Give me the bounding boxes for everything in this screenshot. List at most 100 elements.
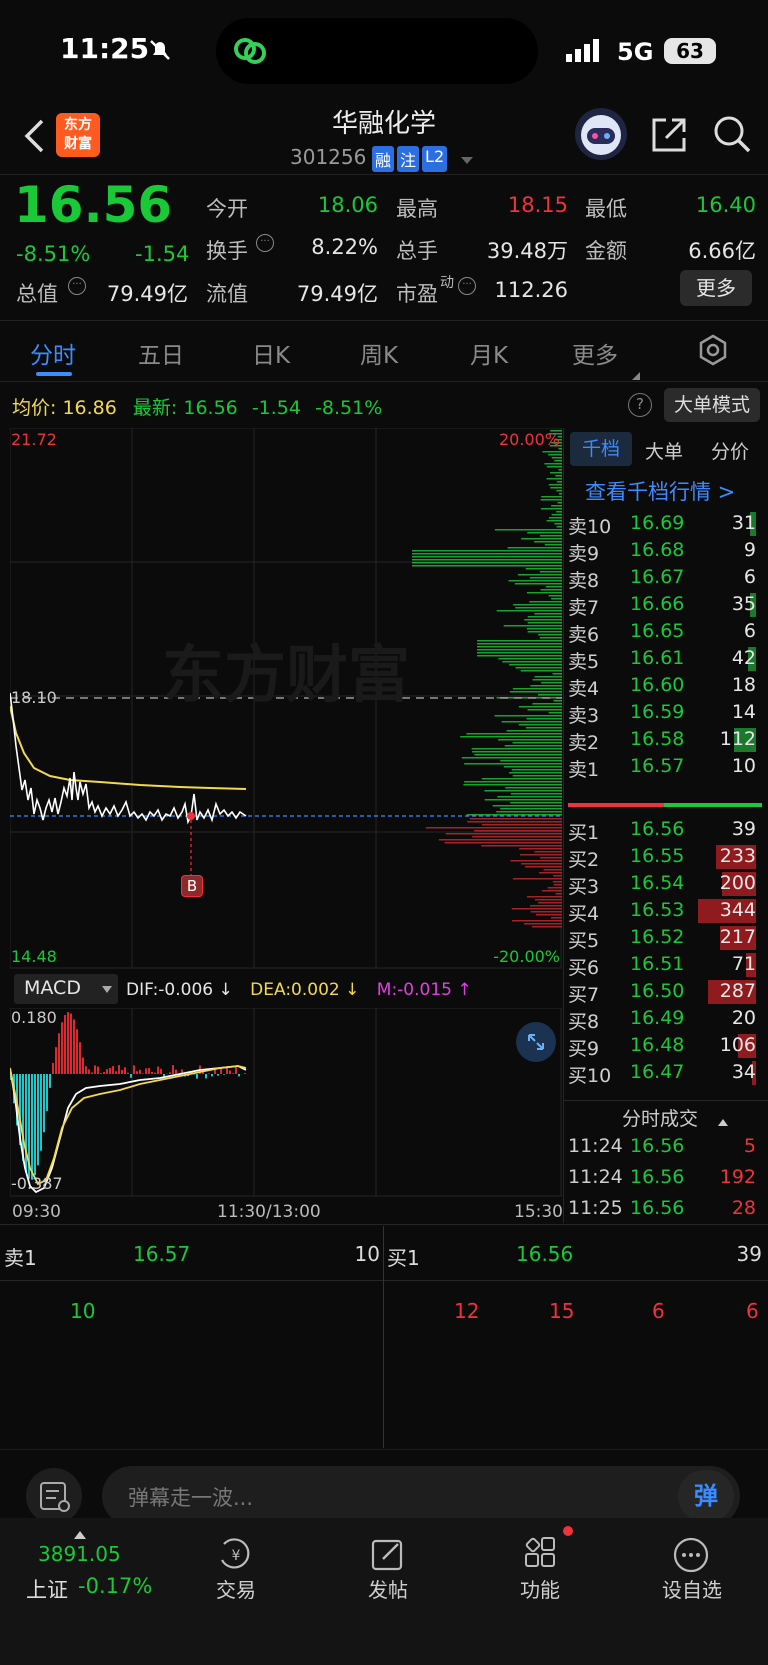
level-qty: 9 xyxy=(743,539,756,561)
level-label: 卖2 xyxy=(568,732,600,754)
depth-bar xyxy=(545,586,562,588)
bid-level[interactable]: 买5 16.52 217 xyxy=(568,924,768,952)
info-dots-icon[interactable]: ··· xyxy=(68,277,86,295)
depth-bar xyxy=(481,824,562,826)
danmaku-button[interactable]: 弹 xyxy=(678,1470,734,1522)
back-icon[interactable] xyxy=(22,118,48,154)
depth-bar xyxy=(461,757,562,759)
nav-features[interactable]: 功能 xyxy=(480,1574,600,1603)
macd-m-value: M:-0.015 ↑ xyxy=(376,980,472,1000)
bid-level[interactable]: 买2 16.55 233 xyxy=(568,843,768,871)
ask-level[interactable]: 卖4 16.60 18 xyxy=(568,672,768,700)
ask-level[interactable]: 卖1 16.57 10 xyxy=(568,753,768,781)
level-qty: 35 xyxy=(731,593,756,615)
macd-bar xyxy=(229,1070,231,1074)
ask-level[interactable]: 卖5 16.61 42 xyxy=(568,645,768,673)
ask-level[interactable]: 卖9 16.68 9 xyxy=(568,537,768,565)
depth-bar xyxy=(471,748,562,750)
more-circle-icon[interactable] xyxy=(672,1536,710,1574)
level-price: 16.50 xyxy=(630,980,685,1002)
trade-icon[interactable]: ¥ xyxy=(216,1536,256,1572)
index-pct[interactable]: -0.17% xyxy=(78,1574,152,1598)
bid-level[interactable]: 买9 16.48 106 xyxy=(568,1032,768,1060)
tab-timeshare[interactable]: 分时 xyxy=(30,336,76,370)
share-icon[interactable] xyxy=(650,116,688,154)
low-label: 最低 xyxy=(585,197,627,221)
depth-bar xyxy=(526,896,562,898)
corner-arrow-icon xyxy=(632,360,640,380)
nav-post[interactable]: 发帖 xyxy=(328,1574,448,1603)
depth-bar xyxy=(496,811,562,813)
search-icon[interactable] xyxy=(712,114,752,154)
robot-avatar-icon[interactable] xyxy=(575,108,627,160)
book-tab-big[interactable]: 大单 xyxy=(645,437,683,464)
timeshare-chart[interactable]: 东方财富 21.72 20.00% 18.10 14.48 -20.00% B xyxy=(10,428,562,970)
tab-week-k[interactable]: 周K xyxy=(360,336,398,370)
depth-bar xyxy=(534,541,562,543)
note-settings-icon[interactable] xyxy=(26,1468,82,1524)
macd-bar xyxy=(214,1069,216,1074)
time-end: 15:30 xyxy=(514,1202,563,1222)
book-tab-price[interactable]: 分价 xyxy=(711,437,749,464)
stock-code: 301256 xyxy=(290,145,367,169)
bid-level[interactable]: 买10 16.47 34 xyxy=(568,1059,768,1087)
index-value[interactable]: 3891.05 xyxy=(38,1542,121,1566)
depth-bar xyxy=(506,730,562,732)
tab-month-k[interactable]: 月K xyxy=(470,336,508,370)
indicator-select[interactable]: MACD xyxy=(14,974,118,1004)
macd-bar xyxy=(160,1068,162,1074)
depth-bar xyxy=(484,790,562,792)
depth-bar xyxy=(472,836,562,838)
depth-bar xyxy=(438,839,562,841)
amount-value: 6.66亿 xyxy=(688,239,756,263)
ask-level[interactable]: 卖2 16.58 112 xyxy=(568,726,768,754)
svg-text:¥: ¥ xyxy=(232,1548,241,1564)
comment-input[interactable]: 弹幕走一波... 弹 xyxy=(102,1466,740,1526)
bid-level[interactable]: 买8 16.49 20 xyxy=(568,1005,768,1033)
tab-day-k[interactable]: 日K xyxy=(252,336,290,370)
depth-bar xyxy=(477,646,562,648)
view-depth-link[interactable]: 查看千档行情 > xyxy=(585,476,735,506)
caret-up-icon xyxy=(718,1112,728,1126)
nav-watchlist[interactable]: 设自选 xyxy=(632,1574,752,1603)
l2-bid-qty: 39 xyxy=(736,1242,762,1266)
help-icon[interactable]: ? xyxy=(628,393,652,417)
grid-apps-icon[interactable] xyxy=(522,1536,562,1572)
ask-level[interactable]: 卖6 16.65 6 xyxy=(568,618,768,646)
chevron-down-icon[interactable] xyxy=(460,150,474,164)
gear-icon[interactable] xyxy=(697,334,729,366)
buy-marker[interactable]: B xyxy=(181,875,203,897)
bid-level[interactable]: 买4 16.53 344 xyxy=(568,897,768,925)
nav-trade[interactable]: 交易 xyxy=(176,1574,296,1603)
depth-bar xyxy=(553,875,562,877)
depth-bar xyxy=(526,718,562,720)
bid-level[interactable]: 买6 16.51 71 xyxy=(568,951,768,979)
tab-more[interactable]: 更多 xyxy=(572,336,618,370)
pe-sup: 动 xyxy=(440,275,454,291)
expand-icon[interactable] xyxy=(516,1022,556,1062)
depth-bar xyxy=(502,661,562,663)
more-button[interactable]: 更多 xyxy=(680,270,752,306)
edit-post-icon[interactable] xyxy=(370,1536,406,1572)
ask-level[interactable]: 卖10 16.69 31 xyxy=(568,510,768,538)
book-tab-thousand[interactable]: 千档 xyxy=(570,432,632,466)
big-order-mode-button[interactable]: 大单模式 xyxy=(664,388,760,422)
ask-level[interactable]: 卖7 16.66 35 xyxy=(568,591,768,619)
ask-level[interactable]: 卖8 16.67 6 xyxy=(568,564,768,592)
depth-bar xyxy=(521,863,562,865)
macd-bar xyxy=(40,1074,42,1151)
bid-level[interactable]: 买7 16.50 287 xyxy=(568,978,768,1006)
depth-bar xyxy=(477,640,562,642)
bid-level[interactable]: 买3 16.54 200 xyxy=(568,870,768,898)
depth-bar xyxy=(481,778,562,780)
stock-name: 华融化学 xyxy=(331,109,436,139)
macd-bar xyxy=(208,1073,210,1074)
depth-bar xyxy=(532,926,562,928)
index-name[interactable]: 上证 xyxy=(26,1574,68,1604)
macd-bar xyxy=(115,1071,117,1074)
tab-five-day[interactable]: 五日 xyxy=(138,336,184,370)
ask-level[interactable]: 卖3 16.59 14 xyxy=(568,699,768,727)
bid-level[interactable]: 买1 16.56 39 xyxy=(568,816,768,844)
notification-dot xyxy=(563,1526,573,1536)
ticks-title[interactable]: 分时成交 xyxy=(622,1104,698,1131)
